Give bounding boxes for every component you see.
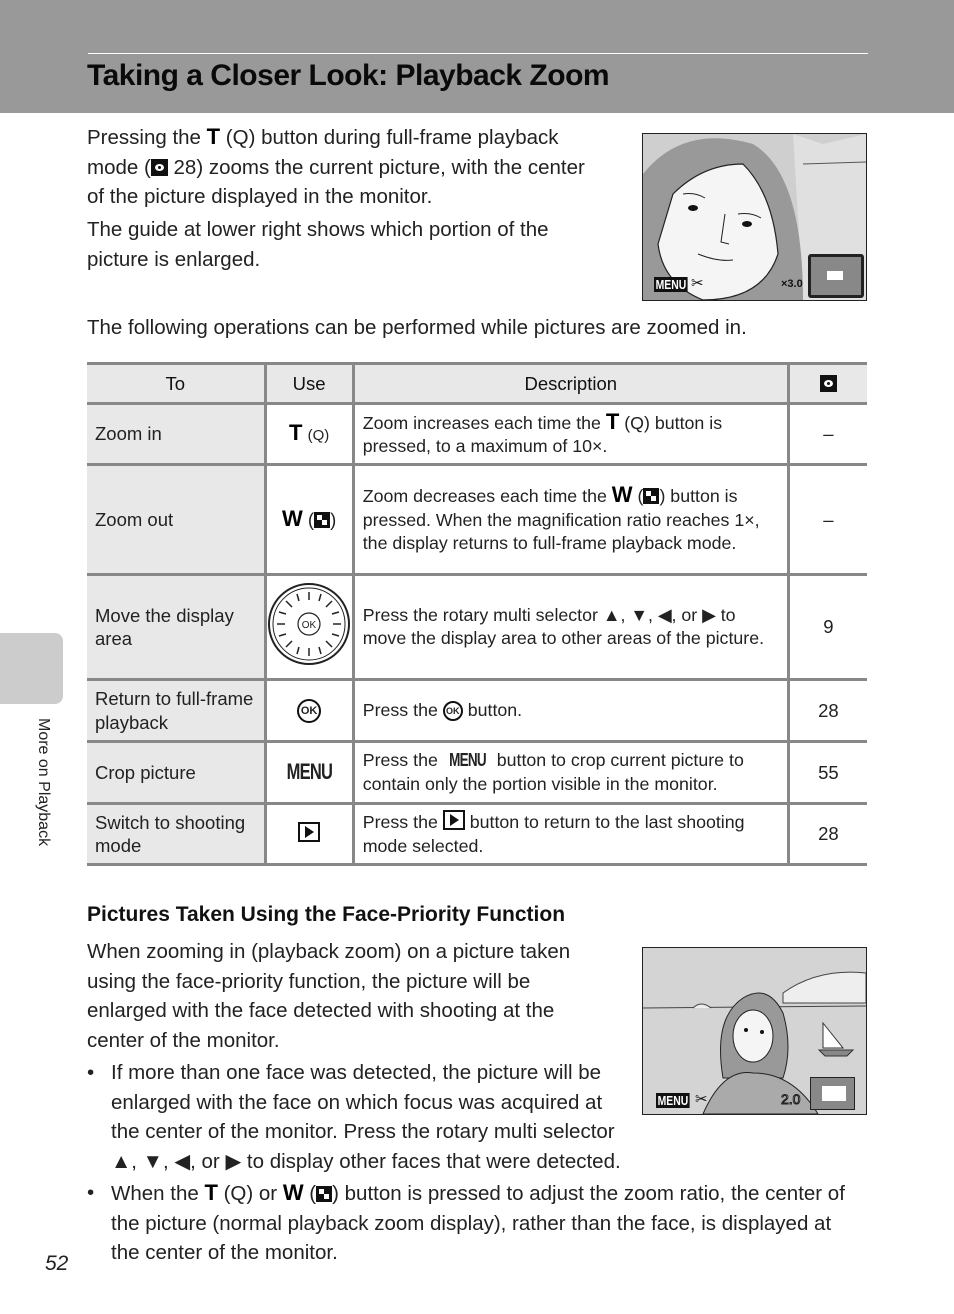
page-reference: 28 xyxy=(173,155,197,179)
zoom-magnifier-icon: Q xyxy=(232,126,249,149)
menu-button-icon: MENU xyxy=(448,750,487,770)
thumbnail-checker-icon xyxy=(316,1186,333,1202)
text: Press the xyxy=(362,699,443,720)
ok-button-icon: OK xyxy=(442,701,463,722)
row-description: Press the button to return to the last s… xyxy=(351,803,789,866)
text: If more than one face was detected, the … xyxy=(111,1061,621,1173)
row-action: Switch to shooting mode xyxy=(87,803,265,866)
zoom-magnifier-icon: (Q) xyxy=(307,426,330,444)
operations-table: To Use Description Zoom in T (Q) Zoom in… xyxy=(87,362,867,866)
zoom-magnifier-icon: (Q) xyxy=(619,412,650,433)
t-button-label: T xyxy=(206,124,221,149)
text: Press the xyxy=(362,750,443,770)
row-page-ref: 28 xyxy=(786,803,867,866)
page-title: Taking a Closer Look: Playback Zoom xyxy=(87,59,610,92)
intro-paragraph-2: The guide at lower right shows which por… xyxy=(87,218,549,271)
row-page-ref: – xyxy=(786,403,867,466)
rotary-multi-selector-icon: OK xyxy=(268,583,351,666)
w-button-label: W xyxy=(281,506,303,532)
text: Press the xyxy=(362,812,443,832)
row-action: Zoom in xyxy=(87,403,265,466)
row-control: W () xyxy=(263,464,354,576)
chapter-header: Taking a Closer Look: Playback Zoom xyxy=(0,0,954,113)
zoom-position-guide xyxy=(808,254,864,298)
row-action: Zoom out xyxy=(87,464,265,576)
header-rule xyxy=(88,53,868,54)
bullet-item: If more than one face was detected, the … xyxy=(87,1058,631,1176)
playback-button-icon xyxy=(442,810,465,830)
w-button-label: W xyxy=(611,482,633,508)
header-reference xyxy=(786,362,867,405)
table-row: Crop picture MENU Press the MENU button … xyxy=(87,741,867,805)
row-action: Move the display area xyxy=(87,574,265,681)
reference-icon xyxy=(819,374,837,392)
table-header-row: To Use Description xyxy=(87,362,867,405)
row-description: Zoom decreases each time the W () button… xyxy=(351,464,789,576)
playback-button-icon xyxy=(298,822,321,843)
chapter-side-label: More on Playback xyxy=(35,718,52,847)
row-control: OK xyxy=(263,679,354,743)
menu-badge: MENU xyxy=(654,277,688,292)
t-button-label: T xyxy=(288,419,303,445)
intro-paragraph-1: Pressing the T (Q) button during full-fr… xyxy=(87,122,607,212)
thumbnail-checker-icon xyxy=(314,512,331,529)
ok-button-icon: OK xyxy=(297,699,322,724)
t-button-label: T xyxy=(605,408,620,434)
table-row: Switch to shooting mode Press the button… xyxy=(87,803,867,866)
row-control xyxy=(263,803,354,866)
chapter-side-tab xyxy=(0,633,63,704)
row-page-ref: – xyxy=(786,464,867,576)
row-page-ref: 28 xyxy=(786,679,867,743)
ok-label: OK xyxy=(302,620,317,631)
row-control: MENU xyxy=(263,741,354,805)
section-heading: Pictures Taken Using the Face-Priority F… xyxy=(87,903,566,926)
reference-icon xyxy=(150,158,168,176)
text: Zoom decreases each time the xyxy=(362,486,612,507)
row-description: Press the rotary multi selector ▲, ▼, ◀,… xyxy=(351,574,789,681)
row-description: Press the OK button. xyxy=(351,679,789,743)
operations-intro: The following operations can be performe… xyxy=(87,316,747,339)
row-description: Press the MENU button to crop current pi… xyxy=(351,741,789,805)
face-section-intro: When zooming in (playback zoom) on a pic… xyxy=(87,940,571,1052)
face-section-bullets: If more than one face was detected, the … xyxy=(87,1058,857,1270)
text: (Q) or xyxy=(217,1182,283,1205)
text: ( xyxy=(303,1182,317,1205)
header-use: Use xyxy=(263,362,354,405)
table-row: Return to full-frame playback OK Press t… xyxy=(87,679,867,743)
header-to: To xyxy=(87,362,265,405)
w-button-label: W xyxy=(282,1180,304,1205)
table-row: Zoom in T (Q) Zoom increases each time t… xyxy=(87,403,867,466)
text: Pressing the xyxy=(87,126,207,149)
row-description: Zoom increases each time the T (Q) butto… xyxy=(351,403,789,466)
bullet-item: When the T (Q) or W () button is pressed… xyxy=(87,1178,857,1268)
row-action: Return to full-frame playback xyxy=(87,679,265,743)
row-control: OK xyxy=(263,574,354,681)
row-action: Crop picture xyxy=(87,741,265,805)
header-description: Description xyxy=(351,362,789,405)
text: When the xyxy=(111,1182,205,1205)
text: button. xyxy=(462,699,523,720)
visible-area-indicator xyxy=(827,271,843,280)
row-control: T (Q) xyxy=(263,403,354,466)
text: Zoom increases each time the xyxy=(362,412,606,433)
table-row: Zoom out W () Zoom decreases each time t… xyxy=(87,464,867,576)
scissors-icon: ✂ xyxy=(691,275,704,292)
t-button-label: T xyxy=(204,1180,218,1205)
row-page-ref: 55 xyxy=(786,741,867,805)
row-page-ref: 9 xyxy=(786,574,867,681)
page-number: 52 xyxy=(45,1252,69,1275)
zoom-ratio: ×3.0 xyxy=(781,278,803,290)
thumbnail-checker-icon xyxy=(643,488,660,505)
text: ( xyxy=(220,126,233,149)
menu-button-icon: MENU xyxy=(286,759,332,785)
table-row: Move the display area OK Press the rotar… xyxy=(87,574,867,681)
zoomed-face-screenshot: MENU ✂ ×3.0 xyxy=(642,133,867,301)
